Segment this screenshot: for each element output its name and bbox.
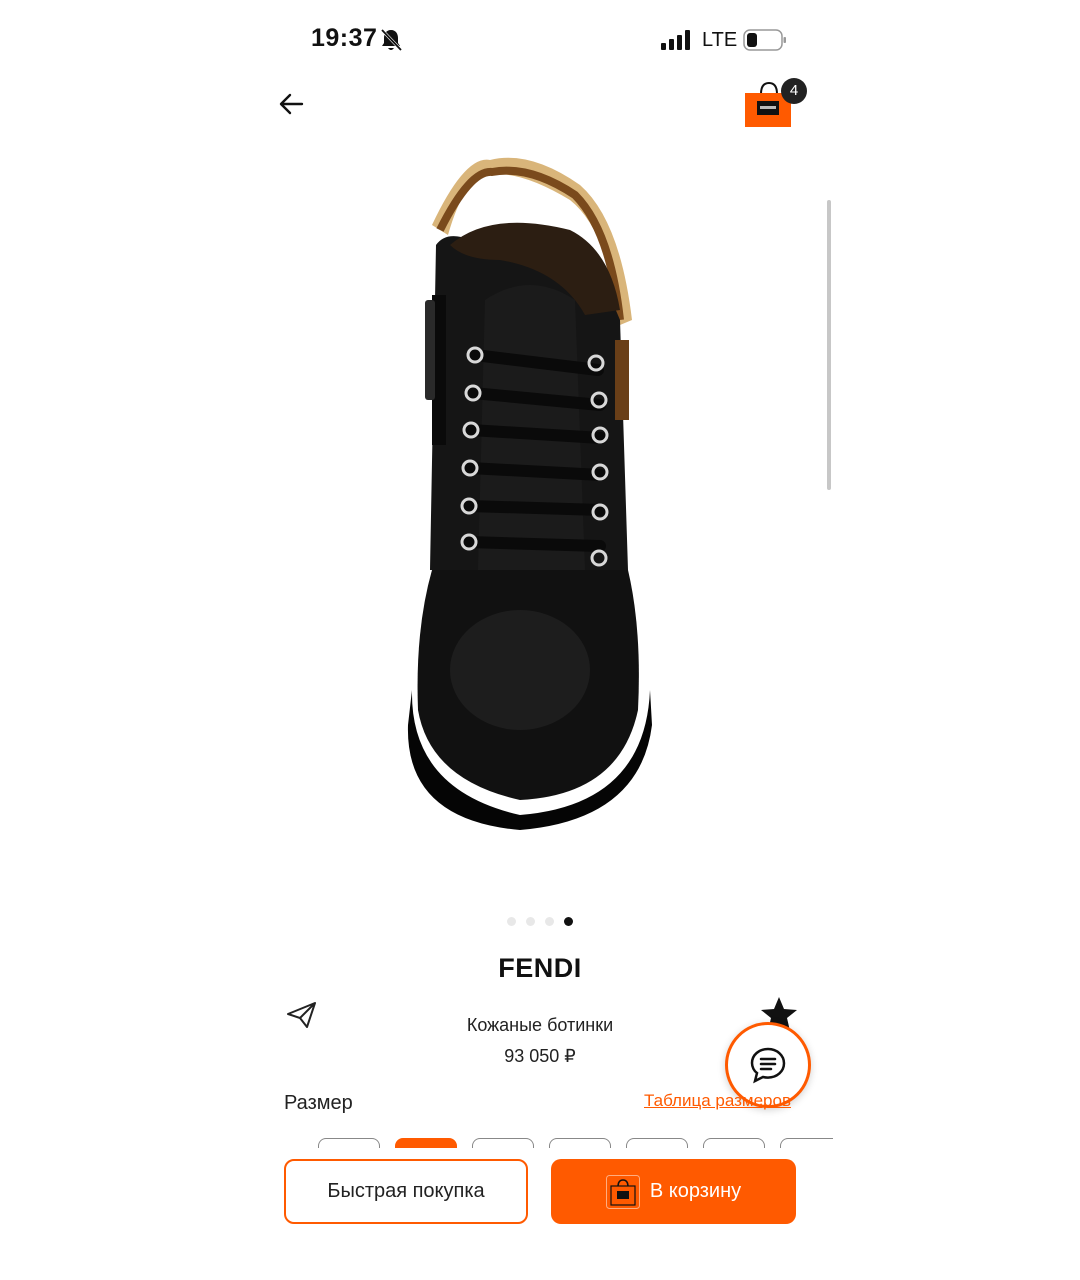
size-option[interactable] bbox=[318, 1138, 380, 1148]
battery-icon bbox=[743, 29, 786, 51]
chat-icon bbox=[750, 1047, 786, 1084]
cart-bag-icon bbox=[605, 1174, 640, 1209]
size-label: Размер bbox=[284, 1092, 353, 1114]
size-option[interactable] bbox=[549, 1138, 611, 1148]
size-option[interactable] bbox=[472, 1138, 534, 1148]
carousel-dot-active[interactable] bbox=[564, 917, 573, 926]
carousel-dot[interactable] bbox=[526, 917, 535, 926]
size-option-selected[interactable] bbox=[395, 1138, 457, 1148]
product-brand: FENDI bbox=[498, 953, 582, 983]
quick-buy-label: Быстрая покупка bbox=[327, 1180, 485, 1202]
signal-icon bbox=[661, 30, 690, 50]
back-arrow-icon[interactable] bbox=[276, 88, 308, 120]
add-to-cart-label: В корзину bbox=[649, 1180, 742, 1202]
product-price: 93 050 ₽ bbox=[504, 1046, 576, 1066]
add-to-cart-button[interactable]: В корзину bbox=[551, 1159, 796, 1224]
product-image[interactable] bbox=[370, 150, 690, 830]
cart-count-badge: 4 bbox=[781, 78, 807, 104]
size-option[interactable] bbox=[703, 1138, 765, 1148]
carousel-dot[interactable] bbox=[507, 917, 516, 926]
size-option[interactable] bbox=[626, 1138, 688, 1148]
bell-off-icon bbox=[380, 28, 402, 52]
network-label: LTE bbox=[702, 29, 738, 51]
status-time: 19:37 bbox=[311, 24, 378, 52]
carousel-indicator[interactable] bbox=[507, 917, 573, 926]
quick-buy-button[interactable]: Быстрая покупка bbox=[284, 1159, 528, 1224]
size-options[interactable] bbox=[318, 1138, 833, 1148]
carousel-dot[interactable] bbox=[545, 917, 554, 926]
size-table-link[interactable]: Таблица размеров bbox=[644, 1091, 791, 1111]
size-option[interactable] bbox=[780, 1138, 833, 1148]
scrollbar[interactable] bbox=[827, 200, 831, 490]
product-name: Кожаные ботинки bbox=[466, 1015, 614, 1035]
